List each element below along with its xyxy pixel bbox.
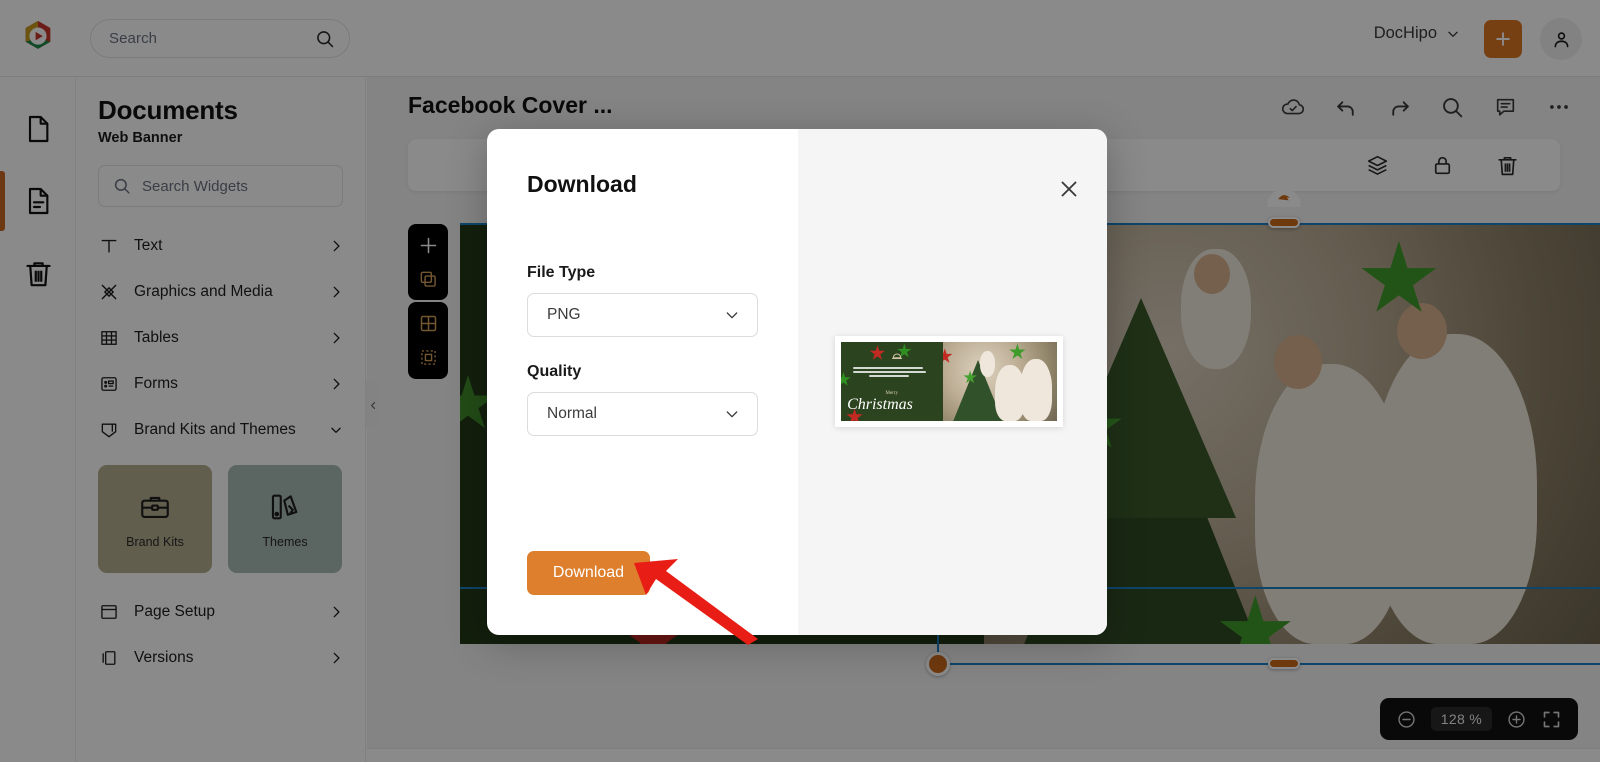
chevron-down-icon — [726, 411, 738, 418]
quality-label: Quality — [527, 363, 582, 380]
star-icon — [841, 372, 851, 386]
star-icon — [1009, 343, 1026, 360]
file-type-label: File Type — [527, 264, 596, 281]
preview-left: Merry Christmas — [841, 342, 943, 421]
file-type-value: PNG — [547, 306, 581, 323]
app-root: Search DocHipo Documents Web Banner Sear… — [0, 0, 1600, 762]
file-type-select[interactable]: PNG — [527, 293, 758, 337]
download-modal-title: Download — [527, 171, 637, 197]
download-modal-form: Download File Type PNG Quality Normal Do… — [487, 129, 798, 635]
download-modal: Download File Type PNG Quality Normal Do… — [487, 129, 1107, 635]
download-submit-button[interactable]: Download — [527, 551, 650, 595]
preview-merry-label: Merry — [885, 390, 899, 396]
bell-ornament-icon — [891, 353, 902, 360]
preview-right — [942, 342, 1057, 421]
download-modal-preview-panel: Merry Christmas — [798, 129, 1107, 635]
quality-value: Normal — [547, 405, 597, 422]
preview-banner: Merry Christmas — [841, 342, 1057, 421]
star-icon — [869, 345, 886, 360]
close-icon[interactable] — [1057, 177, 1081, 201]
quality-select[interactable]: Normal — [527, 392, 758, 436]
person-figure — [1020, 359, 1053, 421]
chevron-down-icon — [726, 312, 738, 319]
download-preview-thumbnail: Merry Christmas — [835, 336, 1063, 427]
preview-christmas-label: Christmas — [847, 396, 913, 414]
